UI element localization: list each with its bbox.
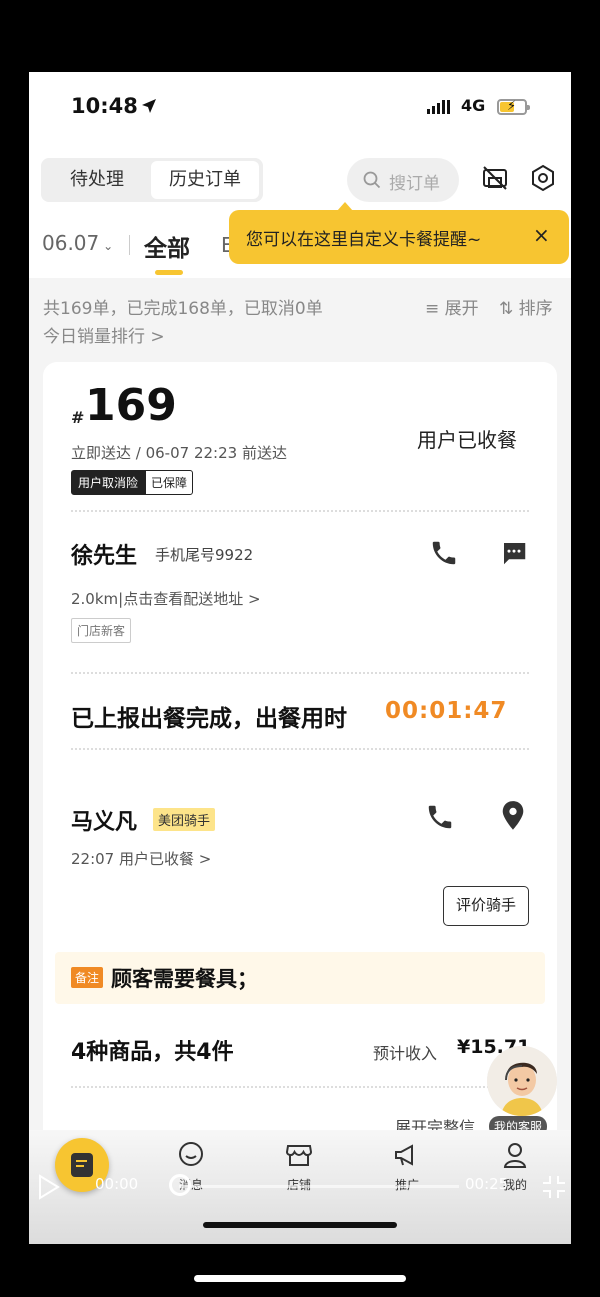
rider-name: 马义凡 <box>71 810 138 835</box>
note-tag: 备注 <box>71 967 104 988</box>
filter-all[interactable]: 全部 <box>144 229 190 263</box>
play-icon[interactable] <box>37 1174 61 1204</box>
divider <box>71 1086 529 1088</box>
order-tab-switch: 待处理 历史订单 <box>41 158 263 202</box>
meal-ready-text: 已上报出餐完成，出餐用时 <box>71 706 347 732</box>
rate-rider-button[interactable]: 评价骑手 <box>443 886 529 926</box>
printer-off-icon[interactable] <box>481 164 509 196</box>
sort-button[interactable]: ⇅ 排序 <box>499 294 553 319</box>
sales-ranking-link[interactable]: 今日销量排行 > <box>43 322 165 347</box>
video-controls: 00:00 00:25 <box>29 1172 571 1202</box>
active-indicator <box>155 270 183 275</box>
badge-protected: 已保障 <box>145 470 194 495</box>
tooltip-card-reminder: 您可以在这里自定义卡餐提醒~ × <box>229 202 569 264</box>
home-indicator <box>203 1222 397 1228</box>
customer-phone: 手机尾号9922 <box>155 546 254 564</box>
list-icon: ≡ <box>425 299 445 319</box>
sort-icon: ⇅ <box>499 299 519 319</box>
note-text: 顾客需要餐具； <box>111 967 258 991</box>
video-current-time: 00:00 <box>95 1175 139 1193</box>
video-progress-track[interactable] <box>179 1185 459 1188</box>
divider <box>129 235 130 255</box>
divider <box>71 672 529 674</box>
message-icon[interactable] <box>499 538 529 572</box>
tab-history[interactable]: 历史订单 <box>151 161 259 199</box>
order-card: # 169 立即送达 / 06-07 22:23 前送达 用户已收餐 用户取消险… <box>43 362 557 1244</box>
gear-icon[interactable] <box>529 164 557 196</box>
phone-screen: 10:48 4G ⚡ 待处理 历史订单 搜订单 06.07 ⌄ 全部 E 您可以… <box>29 72 571 1244</box>
meal-ready-duration: 00:01:47 <box>385 698 508 724</box>
items-summary: 4种商品，共4件 <box>71 1040 234 1065</box>
tab-pending[interactable]: 待处理 <box>47 161 147 199</box>
status-time: 10:48 <box>71 94 138 118</box>
date-selector[interactable]: 06.07 ⌄ <box>42 231 113 255</box>
fullscreen-exit-icon[interactable] <box>541 1174 567 1204</box>
phone-icon[interactable] <box>429 538 459 572</box>
order-summary: 共169单，已完成168单，已取消0单 <box>43 299 323 319</box>
customer-name: 徐先生 <box>71 544 138 569</box>
rider-tag: 美团骑手 <box>153 808 216 831</box>
tooltip-text: 您可以在这里自定义卡餐提醒~ <box>246 230 482 250</box>
order-number: 169 <box>85 380 177 431</box>
tooltip-arrow <box>337 202 353 211</box>
close-icon[interactable]: × <box>533 223 550 247</box>
status-bar: 10:48 4G ⚡ <box>29 72 571 144</box>
battery-icon: ⚡ <box>497 99 530 115</box>
delivery-address-link[interactable]: 2.0km|点击查看配送地址 > <box>71 588 261 609</box>
divider <box>71 510 529 512</box>
income-label: 预计收入 <box>373 1044 438 1063</box>
order-note: 备注 顾客需要餐具； <box>55 952 545 1004</box>
location-pin-icon[interactable] <box>499 800 527 836</box>
expand-button[interactable]: ≡ 展开 <box>425 294 479 319</box>
network-label: 4G <box>461 96 486 115</box>
location-arrow-icon <box>141 98 157 118</box>
video-scrubber[interactable] <box>169 1174 191 1196</box>
search-placeholder: 搜订单 <box>389 174 440 194</box>
signal-icon <box>427 100 450 114</box>
order-hash: # <box>71 408 85 427</box>
delivery-eta: 立即送达 / 06-07 22:23 前送达 <box>71 444 287 462</box>
customer-tag: 门店新客 <box>71 618 132 643</box>
badge-cancel-insurance: 用户取消险 <box>71 470 146 495</box>
video-total-time: 00:25 <box>465 1175 509 1193</box>
rider-status-link[interactable]: 22:07 用户已收餐 > <box>71 848 211 869</box>
outer-home-indicator <box>194 1275 406 1282</box>
order-status: 用户已收餐 <box>417 428 517 452</box>
rider-phone-icon[interactable] <box>425 802 455 836</box>
insurance-badges: 用户取消险 已保障 <box>71 470 194 495</box>
customer-service-avatar[interactable] <box>487 1046 557 1116</box>
divider <box>71 748 529 750</box>
search-icon <box>363 171 381 193</box>
search-box[interactable]: 搜订单 <box>347 158 459 202</box>
chevron-down-icon: ⌄ <box>99 239 114 253</box>
